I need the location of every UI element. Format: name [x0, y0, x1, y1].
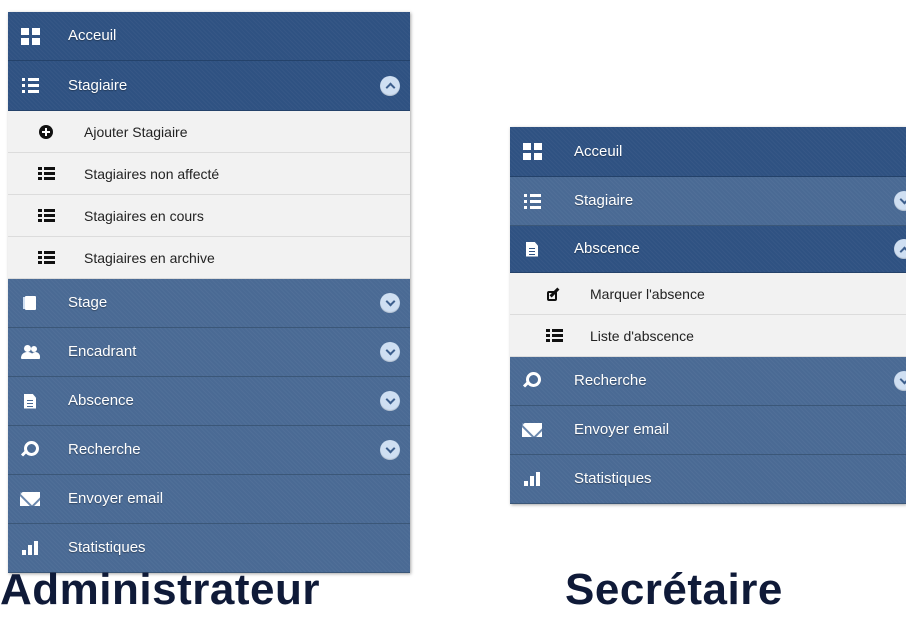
menu-item-label: Stagiaire: [574, 192, 634, 210]
sec-menu-item-statistiques[interactable]: Statistiques: [510, 455, 906, 504]
sec-menu-item-stagiaire[interactable]: Stagiaire: [510, 177, 906, 226]
book-icon: [20, 294, 40, 312]
chevron-down-icon[interactable]: [894, 191, 906, 211]
table-list-icon: [37, 251, 55, 265]
menu-item-label: Abscence: [574, 240, 640, 258]
menu-item-label: Acceuil: [574, 142, 623, 160]
list-icon: [20, 77, 40, 95]
document-icon: [522, 240, 542, 258]
submenu-item-label: Stagiaires non affecté: [84, 165, 220, 182]
document-icon: [20, 392, 40, 410]
submenu-item-label: Stagiaires en cours: [84, 207, 204, 224]
caption-secretaire: Secrétaire: [565, 565, 783, 614]
chevron-down-icon[interactable]: [380, 293, 400, 313]
users-icon: [20, 343, 40, 361]
search-icon: [522, 372, 542, 390]
table-list-icon: [37, 167, 55, 181]
admin-sidebar-menu: Acceuil Stagiaire Ajouter Stagiaire Stag…: [8, 12, 410, 573]
menu-item-label: Stage: [68, 294, 108, 312]
menu-item-label: Recherche: [574, 372, 647, 390]
submenu-item-label: Liste d'abscence: [590, 327, 694, 344]
admin-menu-item-stagiaire[interactable]: Stagiaire: [8, 61, 410, 111]
submenu-item-label: Ajouter Stagiaire: [84, 123, 188, 140]
edit-icon: [546, 287, 562, 301]
menu-item-label: Envoyer email: [68, 490, 164, 508]
table-list-icon: [545, 329, 563, 343]
admin-submenu-ajouter-stagiaire[interactable]: Ajouter Stagiaire: [8, 111, 410, 153]
bar-chart-icon: [20, 539, 40, 557]
submenu-item-label: Marquer l'absence: [590, 285, 705, 302]
menu-item-label: Encadrant: [68, 343, 137, 361]
table-list-icon: [37, 209, 55, 223]
search-icon: [20, 441, 40, 459]
sec-menu-item-acceuil[interactable]: Acceuil: [510, 127, 906, 177]
admin-menu-item-recherche[interactable]: Recherche: [8, 426, 410, 475]
sec-menu-item-envoyer-email[interactable]: Envoyer email: [510, 406, 906, 455]
admin-menu-item-envoyer-email[interactable]: Envoyer email: [8, 475, 410, 524]
admin-submenu-stagiaires-en-archive[interactable]: Stagiaires en archive: [8, 237, 410, 279]
dashboard-icon: [522, 143, 542, 161]
bar-chart-icon: [522, 470, 542, 488]
chevron-down-icon[interactable]: [894, 371, 906, 391]
sec-menu-item-recherche[interactable]: Recherche: [510, 357, 906, 406]
submenu-item-label: Stagiaires en archive: [84, 249, 215, 266]
admin-menu-item-abscence[interactable]: Abscence: [8, 377, 410, 426]
menu-item-label: Recherche: [68, 441, 141, 459]
chevron-up-icon[interactable]: [380, 75, 400, 96]
plus-circle-icon: [38, 124, 54, 139]
menu-item-label: Statistiques: [68, 539, 146, 557]
menu-item-label: Abscence: [68, 392, 134, 410]
admin-menu-item-stage[interactable]: Stage: [8, 279, 410, 328]
envelope-icon: [522, 421, 542, 439]
menu-item-label: Stagiaire: [68, 76, 128, 94]
chevron-down-icon[interactable]: [380, 342, 400, 362]
sec-submenu-liste-abscence[interactable]: Liste d'abscence: [510, 315, 906, 357]
menu-item-label: Envoyer email: [574, 421, 670, 439]
list-icon: [522, 192, 542, 210]
chevron-up-icon[interactable]: [894, 239, 906, 259]
admin-menu-item-encadrant[interactable]: Encadrant: [8, 328, 410, 377]
chevron-down-icon[interactable]: [380, 391, 400, 411]
secretaire-sidebar-menu: Acceuil Stagiaire Abscence Marquer l'abs…: [510, 127, 906, 504]
admin-submenu-stagiaires-non-affecte[interactable]: Stagiaires non affecté: [8, 153, 410, 195]
menu-item-label: Acceuil: [68, 27, 117, 45]
envelope-icon: [20, 490, 40, 508]
caption-administrateur: Administrateur: [0, 565, 320, 614]
dashboard-icon: [20, 27, 40, 45]
admin-submenu-stagiaires-en-cours[interactable]: Stagiaires en cours: [8, 195, 410, 237]
sec-menu-item-abscence[interactable]: Abscence: [510, 226, 906, 273]
admin-menu-item-acceuil[interactable]: Acceuil: [8, 12, 410, 61]
menu-item-label: Statistiques: [574, 470, 652, 488]
chevron-down-icon[interactable]: [380, 440, 400, 460]
sec-submenu-marquer-absence[interactable]: Marquer l'absence: [510, 273, 906, 315]
